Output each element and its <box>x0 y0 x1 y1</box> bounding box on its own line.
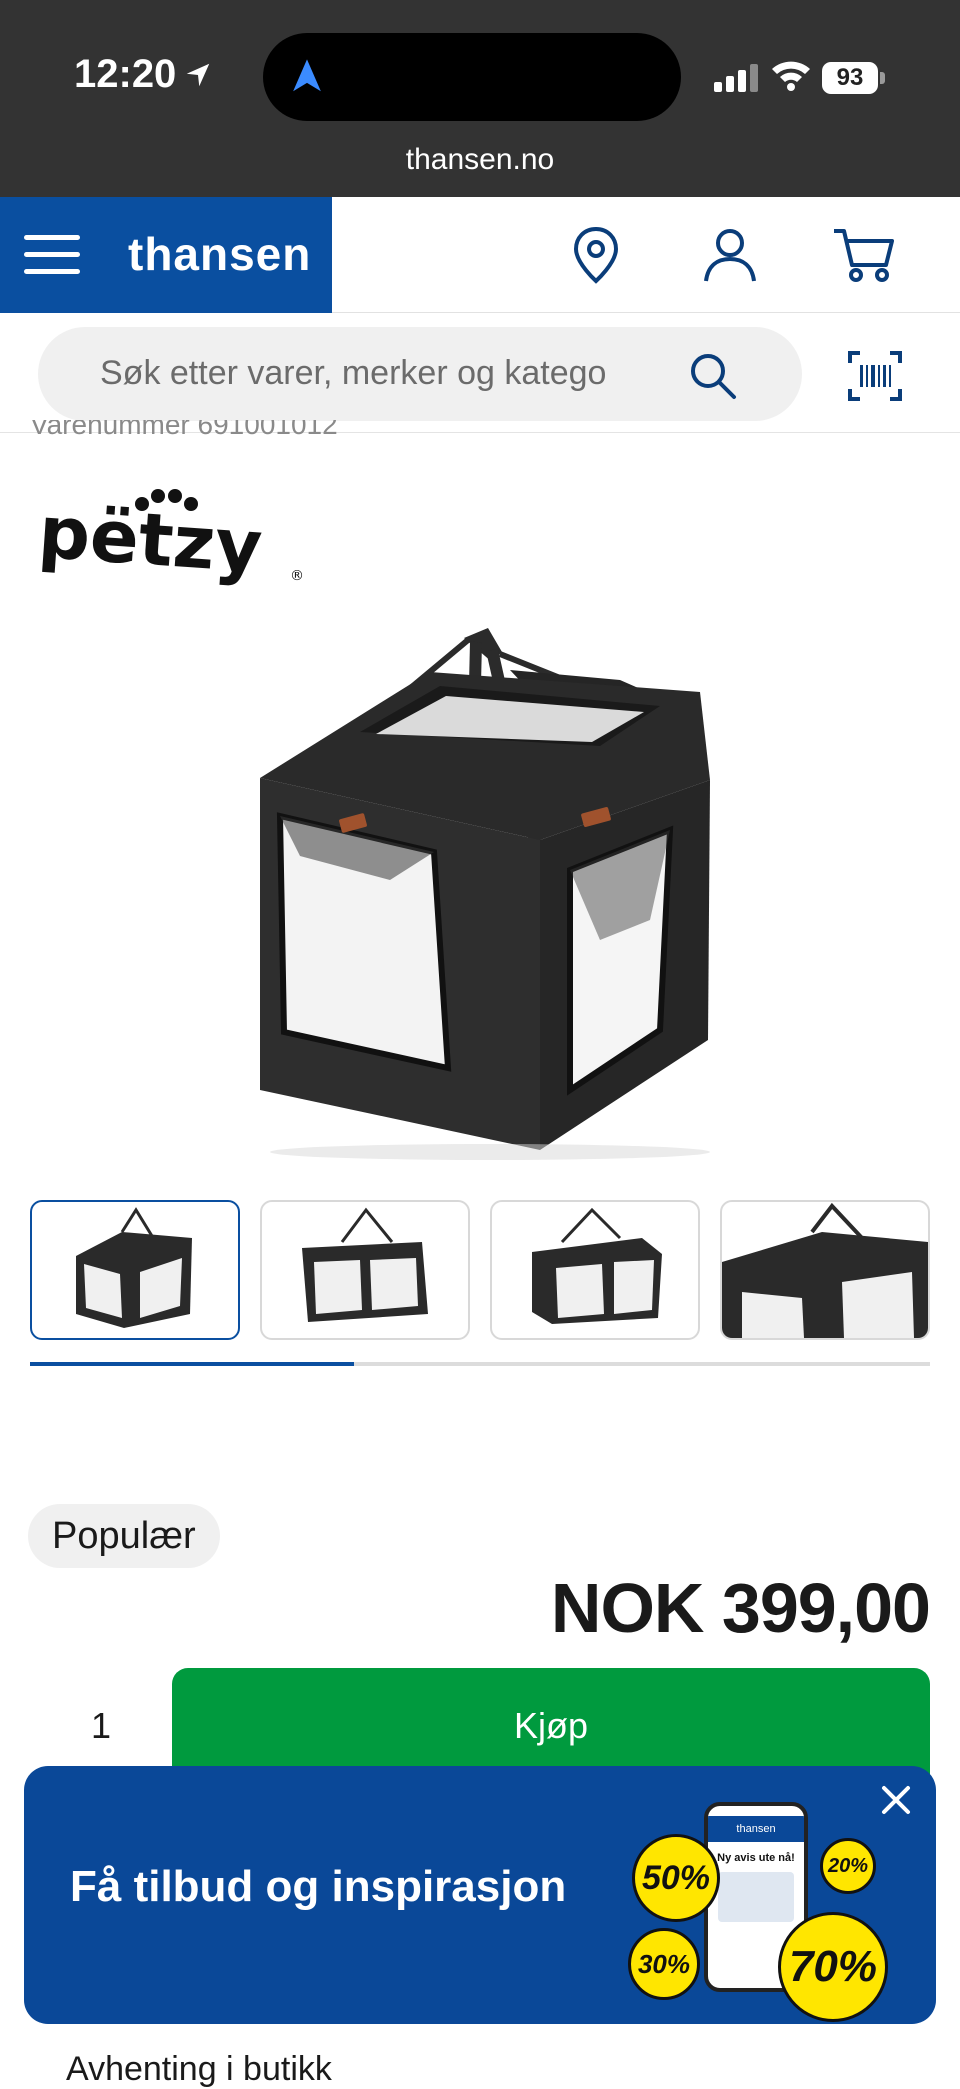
search-input[interactable]: Søk etter varer, merker og katego <box>38 327 802 421</box>
hamburger-menu-icon[interactable] <box>24 235 80 275</box>
gallery-scroll-indicator <box>30 1362 930 1366</box>
search-placeholder: Søk etter varer, merker og katego <box>100 354 607 392</box>
banner-headline: Få tilbud og inspirasjon <box>70 1862 567 1911</box>
site-header: thansen <box>0 197 960 313</box>
petzy-wordmark: pëtzy <box>36 490 265 589</box>
location-arrow-icon <box>186 63 210 87</box>
thumbnail-3[interactable] <box>490 1200 700 1340</box>
pickup-in-store-label[interactable]: Avhenting i butikk <box>66 2050 332 2089</box>
brand-area: thansen <box>0 197 332 313</box>
store-location-icon[interactable] <box>562 221 630 289</box>
newsletter-banner[interactable]: Få tilbud og inspirasjon thansen Ny avis… <box>24 1766 936 2024</box>
url-bar[interactable]: thansen.no <box>0 143 960 177</box>
product-number: Varenummer 691001012 <box>30 420 338 440</box>
petzy-brand-logo: pëtzy ® <box>36 489 304 589</box>
thumbnail-2[interactable] <box>260 1200 470 1340</box>
discount-badge-50: 50% <box>632 1834 720 1922</box>
search-icon[interactable] <box>686 349 740 403</box>
product-price: NOK 399,00 <box>550 1569 931 1647</box>
battery-indicator: 93 <box>822 62 878 94</box>
cart-icon[interactable] <box>830 221 898 289</box>
thumbnail-image <box>722 1202 928 1338</box>
cellular-signal-icon <box>714 64 758 92</box>
clock: 12:20 <box>74 52 177 96</box>
wifi-icon <box>772 61 810 91</box>
search-row: Søk etter varer, merker og katego <box>0 313 960 433</box>
thumbnail-image <box>532 1207 662 1324</box>
site-logo[interactable]: thansen <box>128 227 311 281</box>
thumbnail-1[interactable] <box>30 1200 240 1340</box>
status-bar: 12:20 93 thansen.no <box>0 0 960 197</box>
close-icon[interactable] <box>876 1780 916 1820</box>
thumbnail-image <box>302 1207 428 1322</box>
phone-newspaper-image <box>718 1872 794 1922</box>
phone-logo: thansen <box>708 1816 804 1842</box>
barcode-scanner-icon[interactable] <box>848 349 902 403</box>
discount-badge-30: 30% <box>628 1928 700 2000</box>
discount-badge-70: 70% <box>778 1912 888 2022</box>
thumbnail-image <box>76 1207 192 1328</box>
thumbnail-gallery <box>30 1200 930 1340</box>
dynamic-island <box>263 33 681 121</box>
discount-badge-20: 20% <box>820 1838 876 1894</box>
gallery-scroll-progress <box>30 1362 354 1366</box>
svg-text:®: ® <box>290 568 304 584</box>
phone-title: Ny avis ute nå! <box>717 1852 795 1864</box>
navigation-arrow-icon <box>293 59 321 92</box>
account-icon[interactable] <box>696 221 764 289</box>
product-image[interactable] <box>240 620 720 1160</box>
thumbnail-4[interactable] <box>720 1200 930 1340</box>
popular-badge: Populær <box>28 1504 220 1568</box>
battery-nub <box>880 72 885 84</box>
